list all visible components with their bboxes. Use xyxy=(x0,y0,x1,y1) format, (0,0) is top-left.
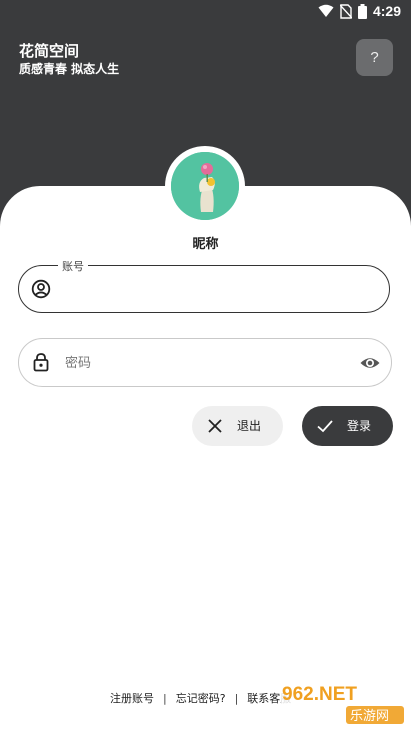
exit-button-label: 退出 xyxy=(237,419,262,433)
footer-links: 注册账号 | 忘记密码? | 联系客服 xyxy=(110,690,291,706)
login-button[interactable]: 登录 xyxy=(302,406,393,446)
help-icon: ? xyxy=(370,49,379,66)
watermark-logo: 962.NET 乐游网 xyxy=(280,684,404,724)
watermark-top-text: 962.NET xyxy=(282,684,357,705)
footer-separator: | xyxy=(234,691,239,705)
battery-icon xyxy=(357,3,367,19)
lock-icon xyxy=(33,353,49,372)
account-circle-icon xyxy=(31,279,51,299)
nickname-label: 昵称 xyxy=(192,237,219,252)
register-link[interactable]: 注册账号 xyxy=(110,690,154,706)
no-sim-icon xyxy=(339,3,352,19)
account-field-label: 账号 xyxy=(58,258,88,274)
watermark-bottom-text: 乐游网 xyxy=(350,709,389,724)
password-field[interactable] xyxy=(18,338,392,387)
wifi-icon xyxy=(318,4,334,17)
help-button[interactable]: ? xyxy=(356,39,393,76)
status-bar: 4:29 xyxy=(0,0,411,24)
close-icon xyxy=(208,419,222,433)
check-icon xyxy=(317,420,333,433)
footer-separator: | xyxy=(163,691,167,705)
app-subtitle: 质感青春 拟态人生 xyxy=(19,62,120,76)
eye-icon[interactable] xyxy=(359,352,381,374)
account-input[interactable] xyxy=(63,276,367,304)
status-icons: 4:29 xyxy=(318,3,401,19)
exit-button[interactable]: 退出 xyxy=(192,406,283,446)
avatar-image xyxy=(171,152,239,220)
status-time: 4:29 xyxy=(372,3,401,19)
password-input[interactable] xyxy=(63,349,367,377)
login-button-label: 登录 xyxy=(347,419,372,433)
app-title: 花简空间 xyxy=(19,42,80,60)
avatar[interactable] xyxy=(171,152,239,220)
forgot-password-link[interactable]: 忘记密码? xyxy=(176,690,226,706)
